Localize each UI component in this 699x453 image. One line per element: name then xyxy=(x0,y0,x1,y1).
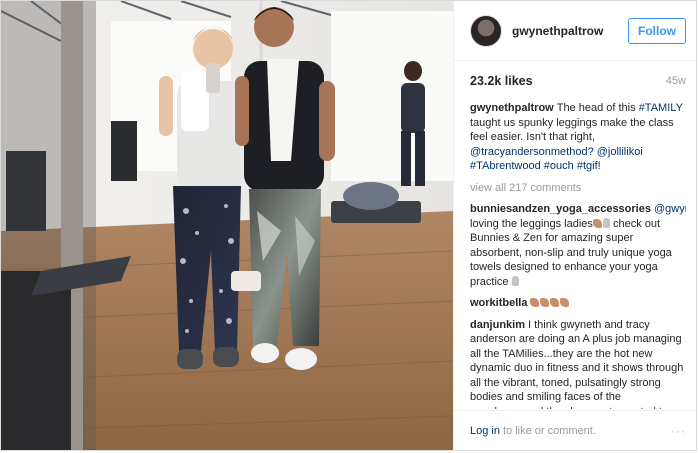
hashtag-tamily[interactable]: #TAMILY xyxy=(639,102,683,114)
post-header: gwynethpaltrow Follow xyxy=(454,1,696,61)
likes-row: 23.2k likes 45w xyxy=(454,61,696,89)
clap-emoji-icon xyxy=(550,298,560,307)
post-age[interactable]: 45w xyxy=(666,75,686,87)
comment-text: loving the leggings ladies xyxy=(470,217,593,230)
bunny-emoji-icon xyxy=(602,217,610,228)
comment-item: workitbella xyxy=(470,296,686,311)
comment-item: bunniesandzen_yoga_accessories@gwynethpa… xyxy=(470,202,686,289)
hashtag-tabrentwood[interactable]: #TAbrentwood xyxy=(470,160,541,172)
mirror-selfie-image xyxy=(1,1,453,450)
header-username[interactable]: gwynethpaltrow xyxy=(512,24,628,38)
clap-emoji-icon xyxy=(530,298,540,307)
mention-jollilikoi[interactable]: @jollilikoi xyxy=(597,146,643,158)
mention-tracyandersonmethod[interactable]: @tracyandersonmethod? xyxy=(470,146,594,158)
mention-gwynethpaltrow[interactable]: @gwynethpaltrow xyxy=(654,203,686,215)
login-prompt-text: to like or comment. xyxy=(502,424,596,437)
comment-author[interactable]: danjunkim xyxy=(470,319,525,331)
heart-emoji-icon xyxy=(592,218,602,228)
post-footer: Log in to like or comment. ··· xyxy=(454,410,696,450)
caption-text-1: The head of this xyxy=(556,102,639,114)
follow-button[interactable]: Follow xyxy=(628,17,686,44)
view-all-comments-link[interactable]: view all 217 comments xyxy=(470,181,686,196)
clap-emoji-icon xyxy=(560,298,570,307)
clap-emoji-icon xyxy=(540,298,550,307)
likes-count[interactable]: 23.2k likes xyxy=(470,74,533,88)
comment-author[interactable]: bunniesandzen_yoga_accessories xyxy=(470,203,651,215)
more-options-icon[interactable]: ··· xyxy=(671,424,686,438)
comment-item: danjunkim I think gwyneth and tracy ander… xyxy=(470,318,686,410)
login-link[interactable]: Log in xyxy=(470,425,500,437)
comments-section[interactable]: gwynethpaltrow The head of this #TAMILY t… xyxy=(470,101,686,409)
caption-author[interactable]: gwynethpaltrow xyxy=(470,102,554,114)
post-photo[interactable] xyxy=(1,1,453,450)
caption: gwynethpaltrow The head of this #TAMILY t… xyxy=(470,101,686,174)
bunny-emoji-icon xyxy=(511,275,519,286)
post-sidebar: gwynethpaltrow Follow 23.2k likes 45w gw… xyxy=(453,1,696,450)
caption-text-2: taught us spunky leggings make the class… xyxy=(470,116,674,144)
profile-avatar[interactable] xyxy=(470,14,502,47)
comment-author[interactable]: workitbella xyxy=(470,297,527,309)
instagram-post: gwynethpaltrow Follow 23.2k likes 45w gw… xyxy=(0,0,697,451)
hashtag-ouch[interactable]: #ouch xyxy=(544,160,574,172)
comment-text: I think gwyneth and tracy anderson are d… xyxy=(470,318,684,410)
hashtag-tgif[interactable]: #tgif! xyxy=(577,160,601,172)
